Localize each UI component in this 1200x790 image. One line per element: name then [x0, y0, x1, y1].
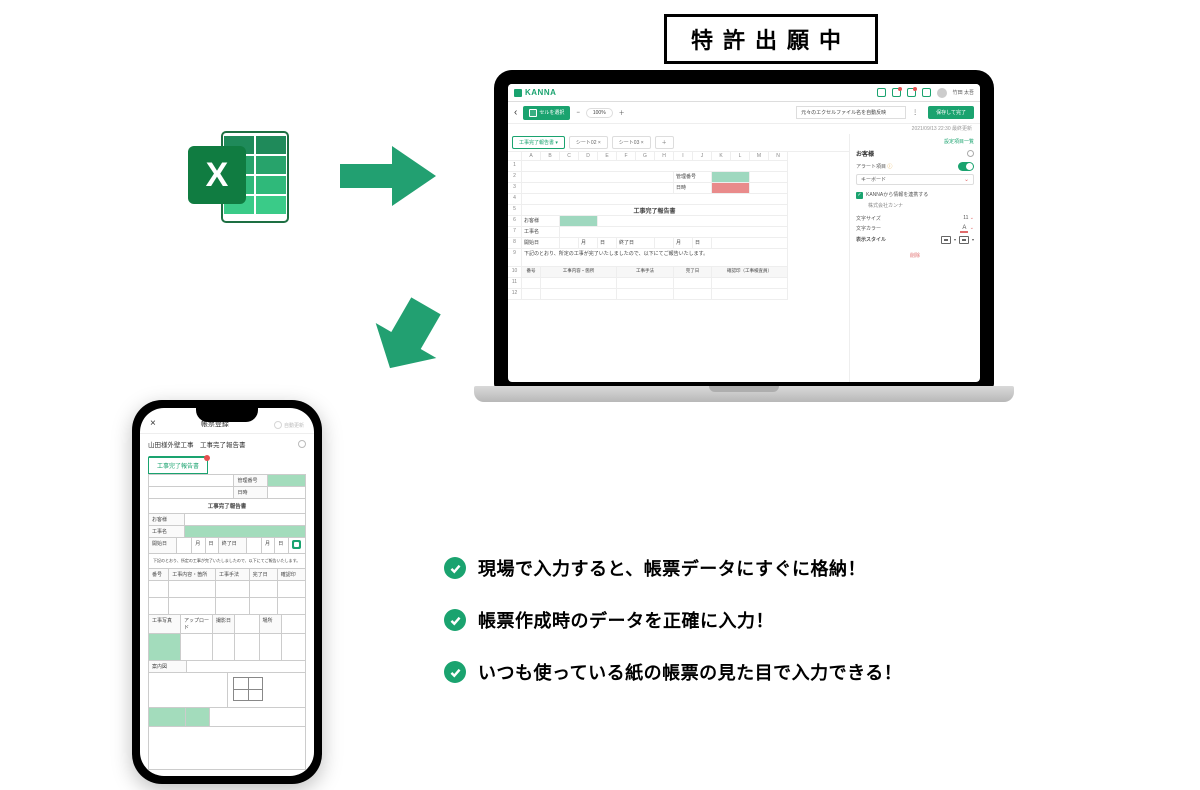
zoom-level[interactable]: 100%	[586, 108, 613, 118]
sheet-tab-2[interactable]: シート02 ×	[569, 136, 608, 149]
zoom-out-button[interactable]: −	[576, 110, 580, 116]
laptop-base	[474, 386, 1014, 402]
add-sheet-button[interactable]: ＋	[655, 136, 674, 149]
chat-icon[interactable]	[892, 88, 901, 97]
style-select[interactable]: ▾ ▾	[941, 236, 974, 244]
laptop-mockup: KANNA 竹田 太吾 ‹ セルを選択 − 100% ＋ 元々のエクセルファイル…	[474, 70, 1014, 432]
alert-toggle[interactable]	[958, 162, 974, 171]
gear-icon[interactable]	[298, 440, 306, 448]
spreadsheet-grid[interactable]: ABCDEFGHIJKLMN 1 2管理番号 3日時 4 5工事完了報告書 6お…	[508, 152, 849, 300]
phone-tab-report[interactable]: 工事完了報告書	[148, 456, 208, 474]
sheet-tab-3[interactable]: シート03 ×	[612, 136, 651, 149]
last-updated: 2021/09/13 22:30 最終更新	[508, 124, 980, 134]
document-title: 山田様外壁工事 工事完了報告書	[148, 439, 246, 449]
filename-menu-icon[interactable]: ⋮	[912, 109, 918, 116]
benefit-item: 現場で入力すると、帳票データにすぐに格納！	[444, 555, 1084, 581]
benefits-list: 現場で入力すると、帳票データにすぐに格納！ 帳票作成時のデータを正確に入力！ い…	[444, 555, 1084, 711]
gear-icon[interactable]	[967, 150, 974, 157]
sheet-tab-1[interactable]: 工事完了報告書 ▾	[512, 136, 565, 149]
font-size-select[interactable]: 11 ⌄	[963, 215, 974, 221]
select-cell-button[interactable]: セルを選択	[523, 106, 570, 120]
delete-button[interactable]: 削除	[856, 252, 974, 259]
settings-list-link[interactable]: 設定項目一覧	[856, 138, 974, 145]
app-toolbar: ‹ セルを選択 − 100% ＋ 元々のエクセルファイル名を自動反映 ⋮ 保存し…	[508, 102, 980, 124]
font-color-select[interactable]: A ⌄	[960, 225, 974, 233]
kanna-link-checkbox[interactable]: ✓	[856, 192, 863, 199]
phone-app-screen: × 帳票登録 自動更新 山田様外壁工事 工事完了報告書 工事完了報告書 管理番号…	[140, 408, 314, 776]
clock-icon[interactable]	[922, 88, 931, 97]
app-header: KANNA 竹田 太吾	[508, 84, 980, 102]
benefit-item: 帳票作成時のデータを正確に入力！	[444, 607, 1084, 633]
back-button[interactable]: ‹	[514, 107, 517, 118]
username: 竹田 太吾	[953, 89, 974, 96]
column-headers: ABCDEFGHIJKLMN	[508, 152, 849, 161]
filename-input[interactable]: 元々のエクセルファイル名を自動反映	[796, 106, 906, 119]
check-circle-icon	[444, 661, 466, 683]
input-type-select[interactable]: キーボード⌄	[856, 174, 974, 185]
zoom-in-button[interactable]: ＋	[619, 108, 625, 117]
arrow-right-icon	[340, 146, 436, 206]
benefit-item: いつも使っている紙の帳票の見た目で入力できる！	[444, 659, 1084, 685]
check-circle-icon	[444, 609, 466, 631]
check-circle-icon	[444, 557, 466, 579]
save-button[interactable]: 保存して完了	[928, 106, 974, 119]
spreadsheet-area: 工事完了報告書 ▾ シート02 × シート03 × ＋ ABCDEFGHIJKL…	[508, 134, 850, 382]
excel-icon: X	[188, 128, 292, 226]
phone-form[interactable]: 管理番号 日時 工事完了報告書 お客様 工事名 開始日月日 終了日月日 下記のと…	[148, 474, 306, 770]
arrow-down-left-icon	[372, 292, 444, 382]
phone-mockup: × 帳票登録 自動更新 山田様外壁工事 工事完了報告書 工事完了報告書 管理番号…	[120, 400, 334, 790]
bell-icon[interactable]	[907, 88, 916, 97]
notification-dot-icon	[204, 455, 210, 461]
reload-icon[interactable]	[274, 421, 282, 429]
phone-notch	[196, 408, 258, 422]
calendar-icon[interactable]	[292, 540, 301, 549]
properties-panel: 設定項目一覧 お客様 アラート項目 ⓘ キーボード⌄ ✓KANNAから情報を連携…	[850, 134, 980, 382]
kanna-logo: KANNA	[514, 88, 556, 97]
company-name: 株式会社カンナ	[868, 202, 974, 209]
kanna-app-screen: KANNA 竹田 太吾 ‹ セルを選択 − 100% ＋ 元々のエクセルファイル…	[508, 84, 980, 382]
floor-plan-icon	[233, 677, 263, 701]
section-title: お客様	[856, 149, 874, 158]
patent-pending-badge: 特許出願中	[664, 14, 878, 64]
svg-text:X: X	[206, 156, 229, 194]
reload-label: 自動更新	[284, 422, 304, 429]
avatar[interactable]	[937, 88, 947, 98]
calendar-icon[interactable]	[877, 88, 886, 97]
